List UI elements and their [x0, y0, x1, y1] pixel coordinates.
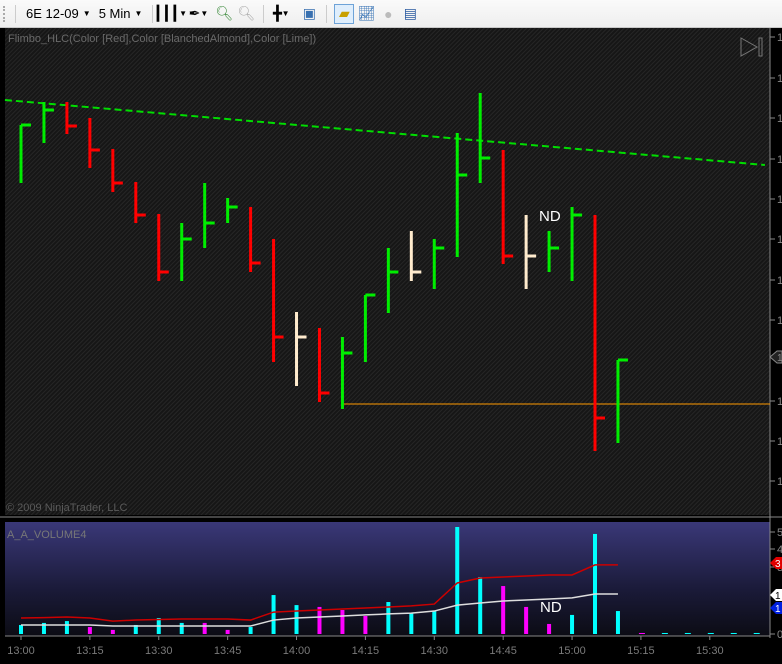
price-label: 1: [777, 73, 782, 85]
volume-bar: [593, 533, 597, 634]
volume-bar: [340, 610, 345, 634]
time-label: 14:00: [283, 645, 311, 657]
divider: [263, 4, 265, 23]
volume-bar: [615, 611, 620, 634]
current-price-tag-label: 1: [777, 353, 782, 364]
volume-bar: [432, 611, 437, 634]
time-label: 13:00: [7, 645, 35, 657]
volume-label: 5: [777, 527, 782, 539]
divider: [15, 4, 16, 23]
interval-selector[interactable]: 5 Min ▼: [95, 6, 147, 21]
volume-bar: [661, 632, 668, 634]
volume-bar: [707, 632, 714, 634]
volume-bar: [317, 606, 322, 634]
bar-style-icon[interactable]: ┃┃┃ ▼: [154, 5, 187, 23]
price-label: 1: [777, 476, 782, 488]
volume-bar: [524, 606, 529, 634]
interval-label: 5 Min: [98, 6, 131, 21]
instrument-label: 6E 12-09: [26, 6, 79, 21]
price-label: 1: [777, 154, 782, 166]
volume-bar: [684, 632, 691, 634]
volume-bar: [753, 632, 760, 634]
toolbar-grip[interactable]: [3, 5, 9, 22]
volume-label: 4: [777, 544, 782, 556]
volume-bar: [64, 621, 69, 634]
zoom-in-icon[interactable]: 🔍︎: [215, 5, 234, 23]
price-label: 1: [777, 396, 782, 408]
time-label: 15:30: [696, 645, 724, 657]
divider: [326, 4, 328, 23]
volume-bar: [501, 586, 506, 634]
chevron-down-icon: ▼: [82, 9, 91, 18]
price-label: 1: [777, 315, 782, 327]
volume-bar: [179, 622, 184, 634]
volume-bar: [730, 632, 737, 634]
price-label: 1: [777, 113, 782, 125]
price-indicator-label: Flimbo_HLC(Color [Red],Color [BlanchedAl…: [8, 33, 316, 45]
chart-canvas[interactable]: Flimbo_HLC(Color [Red],Color [BlanchedAl…: [0, 28, 782, 664]
volume-tag-label: 1: [775, 591, 781, 602]
strategies-icon[interactable]: ▰: [334, 3, 355, 24]
zoom-out-icon[interactable]: 🔍︎: [237, 5, 256, 23]
time-label: 15:15: [627, 645, 655, 657]
drawing-pen-icon[interactable]: ✒ ▼: [189, 5, 209, 23]
price-label: 1: [777, 436, 782, 448]
time-label: 15:00: [558, 645, 586, 657]
data-box-icon[interactable]: ▣: [300, 5, 318, 23]
volume-bar: [570, 614, 575, 634]
price-label: 1: [777, 32, 782, 44]
volume-label: 0: [777, 629, 782, 641]
volume-bar: [638, 632, 645, 634]
volume-bar: [19, 624, 23, 634]
time-label: 13:15: [76, 645, 104, 657]
volume-bar: [225, 629, 230, 634]
price-label: 1: [777, 275, 782, 287]
copyright: © 2009 NinjaTrader, LLC: [6, 502, 127, 514]
volume-bar: [294, 605, 299, 634]
time-label: 14:15: [352, 645, 380, 657]
chart-toolbar: 6E 12-09 ▼ 5 Min ▼ ┃┃┃ ▼ ✒ ▼ 🔍︎ 🔍︎ ╋ ▼ ▣ ▰ 📈︎…: [0, 0, 782, 28]
time-label: 13:30: [145, 645, 173, 657]
volume-bar: [478, 577, 483, 634]
volume-nd-annotation: ND: [540, 599, 562, 616]
volume-bar: [547, 623, 552, 634]
volume-bar: [455, 526, 460, 634]
volume-bar: [202, 622, 207, 634]
volume-tag-label: 3: [775, 559, 781, 570]
price-label: 1: [777, 194, 782, 206]
price-nd-annotation: ND: [539, 208, 561, 225]
chevron-down-icon: ▼: [134, 9, 143, 18]
instrument-selector[interactable]: 6E 12-09 ▼: [22, 6, 95, 21]
volume-bar: [87, 627, 92, 634]
volume-bar: [110, 629, 115, 634]
volume-bar: [363, 615, 368, 634]
volume-bar: [271, 595, 276, 634]
price-label: 1: [777, 234, 782, 246]
currency-icon[interactable]: ●: [379, 5, 397, 23]
volume-bar: [248, 627, 253, 634]
time-label: 14:30: [421, 645, 449, 657]
properties-icon[interactable]: ▤: [401, 5, 419, 23]
time-label: 13:45: [214, 645, 242, 657]
volume-bar: [409, 613, 414, 634]
crosshair-icon[interactable]: ╋ ▼: [272, 5, 290, 23]
time-label: 14:45: [489, 645, 517, 657]
indicators-icon[interactable]: 📈︎: [357, 5, 376, 23]
volume-indicator-label: A_A_VOLUME4: [7, 529, 86, 541]
volume-tag-label: 1: [775, 604, 781, 615]
